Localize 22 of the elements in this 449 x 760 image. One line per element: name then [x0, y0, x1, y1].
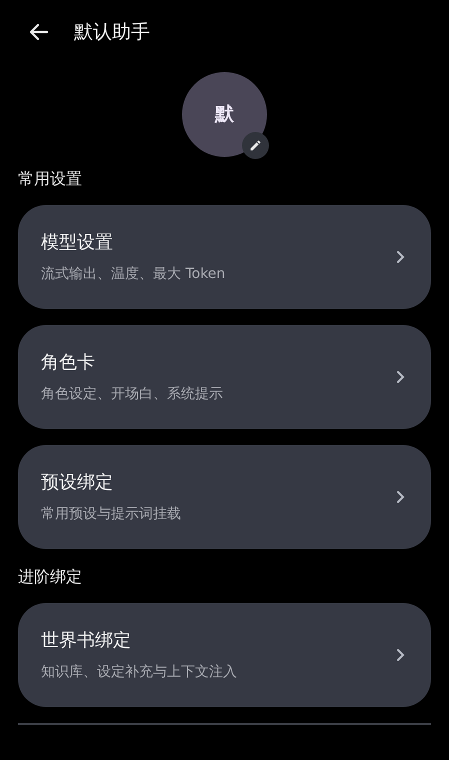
chevron-right-icon	[395, 648, 405, 662]
settings-card[interactable]: 角色卡 角色设定、开场白、系统提示	[18, 325, 431, 429]
chevron-right-icon	[395, 250, 405, 264]
card-title: 世界书绑定	[41, 629, 132, 653]
settings-card[interactable]: 模型设置 流式输出、温度、最大 Token	[18, 205, 431, 309]
card-subtitle: 角色设定、开场白、系统提示	[41, 385, 224, 404]
chevron-right-icon	[395, 490, 405, 504]
edit-button[interactable]	[242, 132, 269, 159]
page-title: 默认助手	[74, 20, 150, 45]
avatar[interactable]: 默	[182, 72, 267, 157]
settings-card[interactable]: 预设绑定 常用预设与提示词挂载	[18, 445, 431, 549]
card-subtitle: 流式输出、温度、最大 Token	[41, 265, 226, 284]
card-title: 模型设置	[41, 231, 114, 255]
chevron-right-icon	[395, 370, 405, 384]
section-heading: 常用设置	[17, 168, 83, 190]
pencil-icon	[249, 139, 262, 152]
card-title: 角色卡	[41, 351, 96, 375]
section-heading: 进阶绑定	[17, 566, 83, 588]
card-title: 预设绑定	[41, 471, 114, 495]
card-subtitle: 常用预设与提示词挂载	[41, 505, 182, 524]
card-subtitle: 知识库、设定补充与上下文注入	[41, 663, 238, 682]
settings-card[interactable]: 世界书绑定 知识库、设定补充与上下文注入	[18, 603, 431, 707]
